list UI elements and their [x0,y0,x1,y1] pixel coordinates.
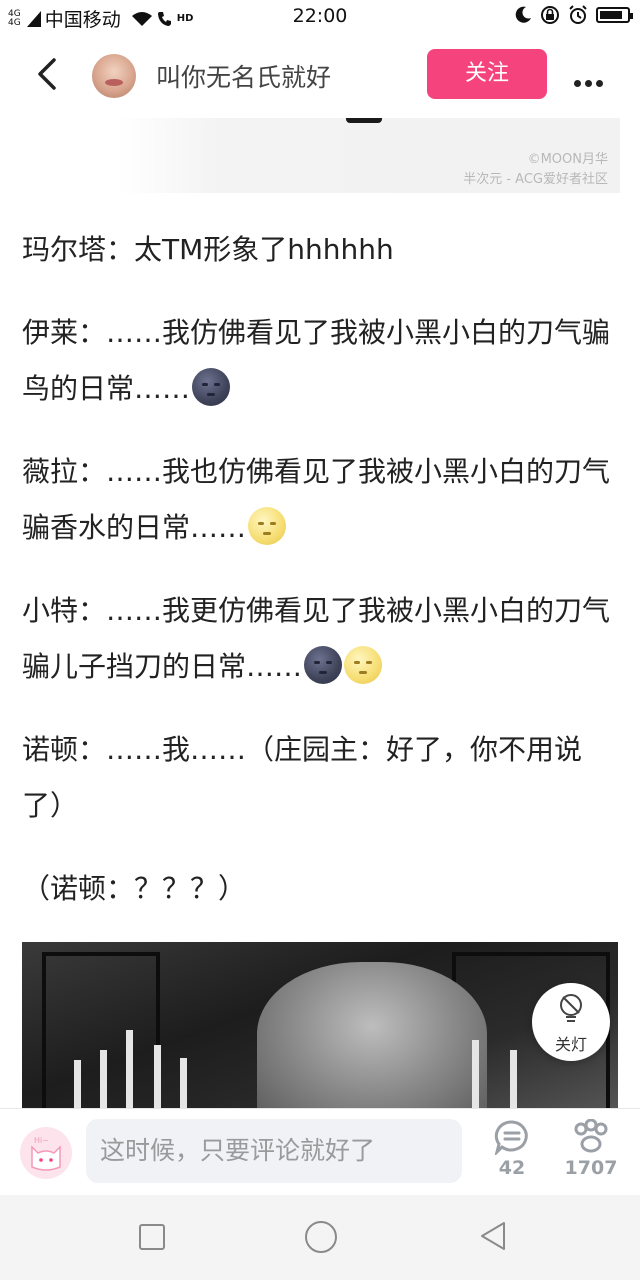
paragraph-text: 诺顿：……我……（庄园主：好了，你不用说了） [22,733,583,822]
status-bar: 4G 4G 中国移动 HD 22:00 [0,0,640,34]
post-paragraph: 薇拉：……我也仿佛看见了我被小黑小白的刀气骗香水的日常…… [22,444,622,556]
cat-mascot-icon: Hi~ [31,1136,61,1171]
follow-button[interactable]: 关注 [427,49,547,99]
night-mode-icon [515,6,531,23]
post-image-top: ©MOON月华 半次元 - ACG爱好者社区 [118,118,620,193]
comment-icon [494,1120,528,1155]
alarm-icon [569,5,587,24]
post-image-bottom[interactable] [22,942,618,1110]
user-avatar[interactable]: Hi~ [20,1127,72,1179]
full-moon-face-icon [344,646,383,684]
full-moon-face-icon [248,507,287,545]
svg-text:Hi~: Hi~ [34,1136,49,1145]
candle [100,1050,107,1110]
lights-off-button[interactable]: 关灯 [532,983,610,1061]
rotation-lock-icon [541,6,559,24]
author-name[interactable]: 叫你无名氏就好 [156,58,331,94]
post-paragraph: 小特：……我更仿佛看见了我被小黑小白的刀气骗儿子挡刀的日常…… [22,583,622,695]
post-paragraph: （诺顿：？？？） [22,861,622,917]
nav-back-icon[interactable] [478,1220,508,1252]
post-paragraph: 诺顿：……我……（庄园主：好了，你不用说了） [22,722,622,834]
status-right [514,5,633,25]
bulb-icon [560,994,582,1022]
paragraph-text: （诺顿：？？？） [22,872,247,905]
candle [74,1060,81,1110]
like-count: 1707 [564,1157,618,1179]
candle [472,1040,479,1110]
image-figure [257,962,487,1110]
post-paragraph: 玛尔塔：太TM形象了hhhhhh [22,222,622,278]
more-icon[interactable] [574,72,614,87]
lights-off-label: 关灯 [554,1035,587,1054]
paragraph-text: 玛尔塔：太TM形象了hhhhhh [22,233,394,266]
system-nav-bar [0,1195,640,1280]
back-icon[interactable] [30,54,70,94]
home-icon[interactable] [305,1221,337,1253]
battery-icon [596,7,633,23]
image-ink-stroke [346,118,382,123]
paw-icon [574,1119,608,1153]
post-content: 玛尔塔：太TM形象了hhhhhh 伊莱：……我仿佛看见了我被小黑小白的刀气骗鸟的日… [22,222,622,944]
comment-count: 42 [498,1157,526,1179]
like-count-button[interactable]: 1707 [556,1119,626,1179]
comment-input[interactable]: 这时候，只要评论就好了 [86,1119,462,1183]
comment-bar: Hi~ 这时候，只要评论就好了 42 1707 [0,1108,640,1196]
post-paragraph: 伊莱：……我仿佛看见了我被小黑小白的刀气骗鸟的日常…… [22,305,622,417]
candle [510,1050,517,1110]
paragraph-text: 伊莱：……我仿佛看见了我被小黑小白的刀气骗鸟的日常…… [22,316,611,405]
candle [126,1030,133,1110]
candle [154,1045,161,1110]
author-avatar[interactable] [92,54,136,98]
new-moon-face-icon [304,646,343,684]
candle [180,1058,187,1110]
paragraph-text: 薇拉：……我也仿佛看见了我被小黑小白的刀气骗香水的日常…… [22,455,611,544]
new-moon-face-icon [192,368,231,406]
comment-count-button[interactable]: 42 [482,1119,542,1179]
battery-fill [600,11,622,19]
watermark-line1: ©MOON月华 [527,152,608,167]
watermark-line2: 半次元 - ACG爱好者社区 [463,172,608,187]
post-header: 叫你无名氏就好 关注 [0,34,640,118]
recents-icon[interactable] [139,1224,165,1250]
